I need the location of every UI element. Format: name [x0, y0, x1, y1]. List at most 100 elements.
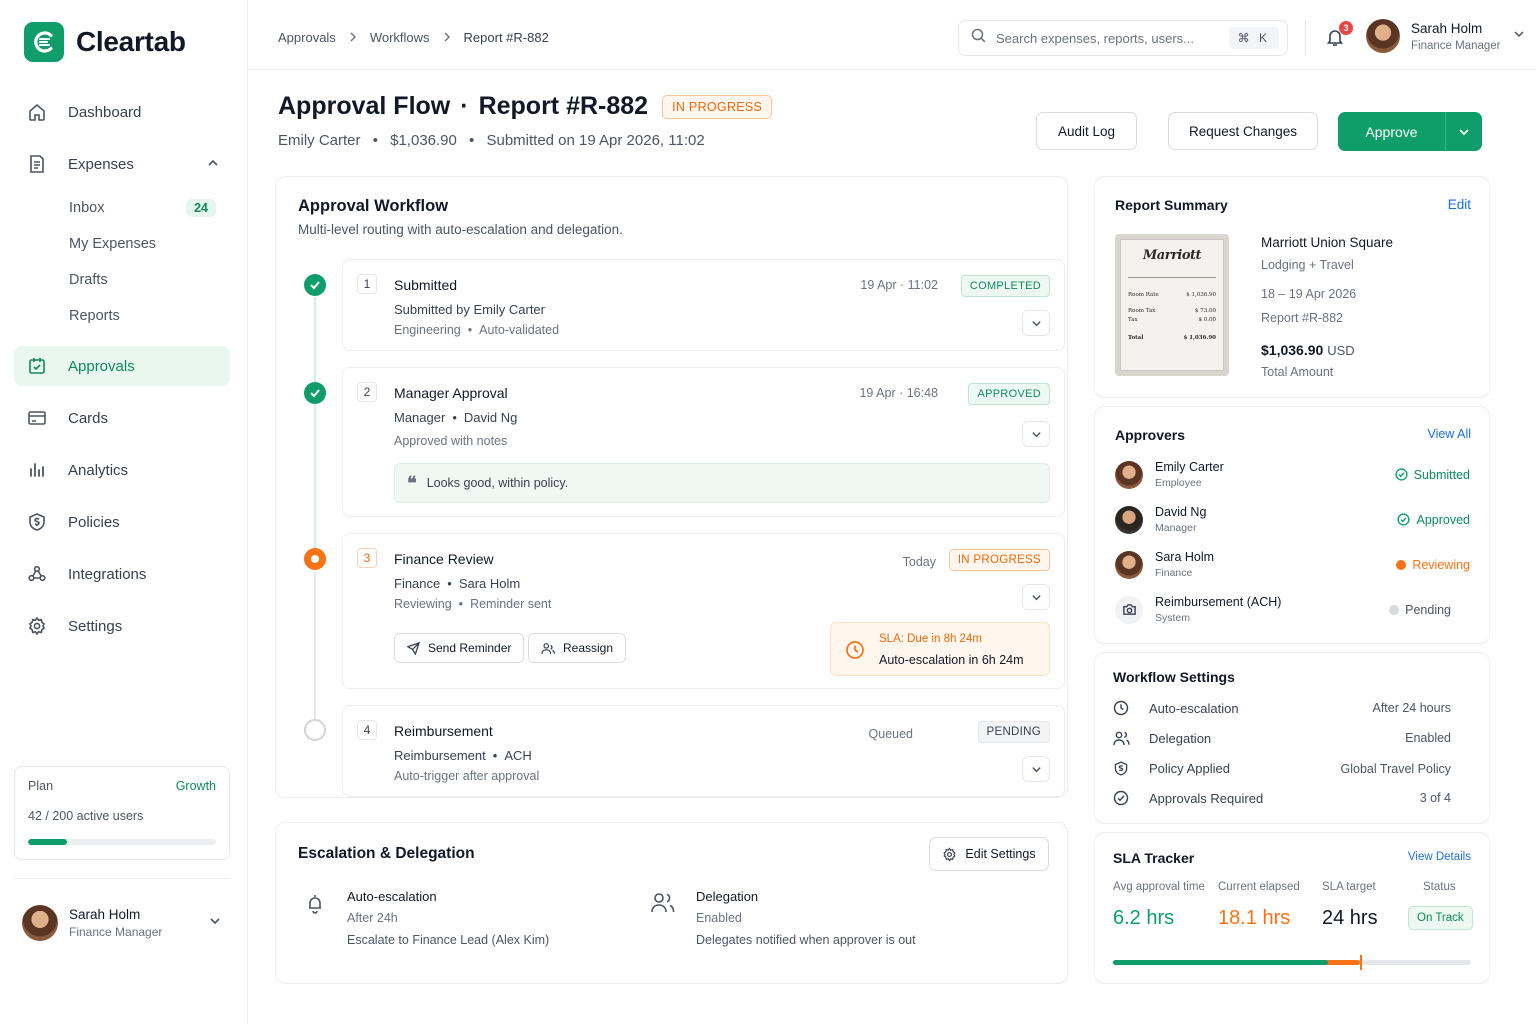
- approver-role: Manager: [1155, 522, 1197, 534]
- sidebar-item-drafts[interactable]: Drafts: [69, 262, 230, 298]
- sidebar-item-my-expenses[interactable]: My Expenses: [69, 226, 230, 262]
- sla-elapsed-value: 18.1 hrs: [1218, 907, 1291, 929]
- step-method: ACH: [504, 748, 532, 763]
- status-dot-icon: [1396, 559, 1407, 570]
- approver-row[interactable]: Sara Holm Finance Reviewing: [1115, 550, 1470, 579]
- expense-category: Lodging + Travel: [1261, 258, 1354, 272]
- step-role: Reimbursement: [394, 748, 486, 763]
- sidebar-item-analytics[interactable]: Analytics: [14, 450, 230, 490]
- chevron-right-icon: [348, 30, 358, 45]
- approver-status: Reviewing: [1396, 558, 1470, 572]
- approver-row[interactable]: Emily Carter Employee Submitted: [1115, 460, 1470, 489]
- sidebar-item-inbox[interactable]: Inbox 24: [69, 190, 230, 226]
- search-bar[interactable]: ⌘ K: [958, 20, 1288, 56]
- reassign-button[interactable]: Reassign: [528, 633, 627, 663]
- receipt-value: $ 1,036.90: [1186, 292, 1216, 298]
- plan-tier[interactable]: Growth: [176, 779, 216, 793]
- step-person: Sara Holm: [458, 576, 521, 591]
- expand-step-button[interactable]: [1022, 310, 1050, 336]
- card-title: Escalation & Delegation: [298, 845, 475, 862]
- delegation-detail: Delegates notified when approver is out: [696, 933, 916, 947]
- expand-step-button[interactable]: [1022, 584, 1050, 610]
- status-text: Submitted: [1413, 467, 1470, 482]
- edit-summary-link[interactable]: Edit: [1448, 197, 1471, 212]
- approve-dropdown-button[interactable]: [1446, 126, 1482, 138]
- sidebar-item-settings[interactable]: Settings: [14, 606, 230, 646]
- brand-logo[interactable]: Cleartab: [24, 22, 186, 62]
- plan-usage-bar: [28, 839, 216, 845]
- sidebar-item-approvals[interactable]: Approvals: [14, 346, 230, 386]
- receipt-icon: [26, 153, 48, 175]
- workflow-settings-card: Workflow Settings Auto-escalation After 2…: [1094, 652, 1490, 824]
- topbar-user-menu[interactable]: Sarah Holm Finance Manager: [1366, 19, 1525, 53]
- receipt-value: $ 0.00: [1198, 317, 1217, 323]
- request-changes-button[interactable]: Request Changes: [1168, 112, 1318, 150]
- plan-label: Plan: [28, 779, 54, 793]
- sla-tracker-card: SLA Tracker View Details Avg approval ti…: [1094, 832, 1490, 984]
- search-input[interactable]: [996, 30, 1216, 46]
- chevron-right-icon: [442, 30, 452, 45]
- breadcrumb-workflows[interactable]: Workflows: [370, 30, 430, 45]
- sidebar-nav: Dashboard Expenses Inbox 24 My Expenses D…: [14, 92, 230, 658]
- breadcrumb-approvals[interactable]: Approvals: [278, 30, 336, 45]
- sidebar-item-dashboard[interactable]: Dashboard: [14, 92, 230, 132]
- receipt-row: Tax $ 0.00: [1128, 317, 1216, 323]
- setting-label: Policy Applied: [1149, 761, 1230, 776]
- step-role: Finance: [394, 576, 441, 591]
- sla-avg-label: Avg approval time: [1113, 881, 1205, 893]
- page-title: Approval Flow · Report #R-882 IN PROGRES…: [278, 92, 773, 121]
- plan-usage-fill: [28, 839, 68, 845]
- sidebar-item-policies[interactable]: Policies: [14, 502, 230, 542]
- edit-settings-button[interactable]: Edit Settings: [929, 837, 1049, 871]
- credit-card-icon: [26, 407, 48, 429]
- button-label: Send Reminder: [428, 641, 512, 655]
- receipt-label: Tax: [1128, 317, 1138, 323]
- report-summary-card: Report Summary Edit Marriott Room Rate $ …: [1094, 176, 1490, 398]
- chevron-up-icon[interactable]: [206, 156, 220, 174]
- status-badge: APPROVED: [968, 383, 1050, 405]
- receipt-thumbnail[interactable]: Marriott Room Rate $ 1,036.90 Room Tax $ 7…: [1115, 234, 1229, 376]
- sidebar-item-cards[interactable]: Cards: [14, 398, 230, 438]
- approve-button[interactable]: Approve: [1338, 124, 1445, 140]
- step-person: David Ng: [463, 410, 518, 425]
- chevron-down-icon[interactable]: [1513, 27, 1525, 45]
- home-icon: [26, 101, 48, 123]
- approver-row[interactable]: David Ng Manager Approved: [1115, 505, 1470, 534]
- sidebar-item-label: Cards: [68, 409, 109, 427]
- sidebar-item-label: My Expenses: [69, 236, 157, 252]
- sidebar-item-expenses[interactable]: Expenses: [14, 144, 230, 184]
- workflow-step-finance-review[interactable]: 3 Finance Review Finance • Sara Holm Revie…: [342, 533, 1065, 689]
- sidebar-item-label: Approvals: [68, 357, 135, 375]
- topbar: Approvals Workflows Report #R-882 ⌘ K 3 …: [248, 0, 1536, 70]
- sla-warning: SLA: Due in 8h 24m Auto-escalation in 6h…: [830, 622, 1050, 676]
- workflow-step-manager-approval[interactable]: 2 Manager Approval Manager • David Ng Appr…: [342, 367, 1065, 517]
- card-title: Report Summary: [1115, 197, 1228, 213]
- sidebar-item-integrations[interactable]: Integrations: [14, 554, 230, 594]
- send-reminder-button[interactable]: Send Reminder: [394, 633, 525, 663]
- status-badge: PENDING: [977, 721, 1050, 743]
- approver-row[interactable]: Reimbursement (ACH) System Pending: [1115, 595, 1470, 624]
- setting-label: Auto-escalation: [1149, 700, 1239, 716]
- workflow-step-reimbursement[interactable]: 4 Reimbursement Reimbursement • ACH Auto-t…: [342, 705, 1065, 797]
- chevron-down-icon: [1031, 320, 1041, 326]
- step-dept: Engineering: [394, 323, 461, 337]
- status-badge: COMPLETED: [960, 275, 1050, 297]
- workflow-step-submitted[interactable]: 1 Submitted Submitted by Emily Carter En…: [342, 259, 1065, 351]
- view-all-approvers-link[interactable]: View All: [1427, 427, 1471, 441]
- separator-dot: •: [447, 576, 452, 591]
- avatar: [1115, 460, 1143, 489]
- approve-button-group: Approve: [1338, 112, 1482, 151]
- check-circle-icon: [1113, 790, 1131, 806]
- calendar-check-icon: [26, 355, 48, 377]
- view-sla-details-link[interactable]: View Details: [1408, 851, 1471, 863]
- expand-step-button[interactable]: [1022, 756, 1050, 782]
- expand-step-button[interactable]: [1022, 421, 1050, 447]
- audit-log-button[interactable]: Audit Log: [1036, 112, 1137, 150]
- separator-dot: •: [458, 597, 464, 611]
- sla-target-label: SLA target: [1322, 881, 1376, 893]
- chevron-down-icon[interactable]: [208, 914, 222, 933]
- sidebar-item-reports[interactable]: Reports: [69, 298, 230, 334]
- step-active-icon: [304, 548, 326, 570]
- bar-chart-icon: [26, 459, 48, 481]
- sidebar-user-menu[interactable]: Sarah Holm Finance Manager: [22, 905, 222, 941]
